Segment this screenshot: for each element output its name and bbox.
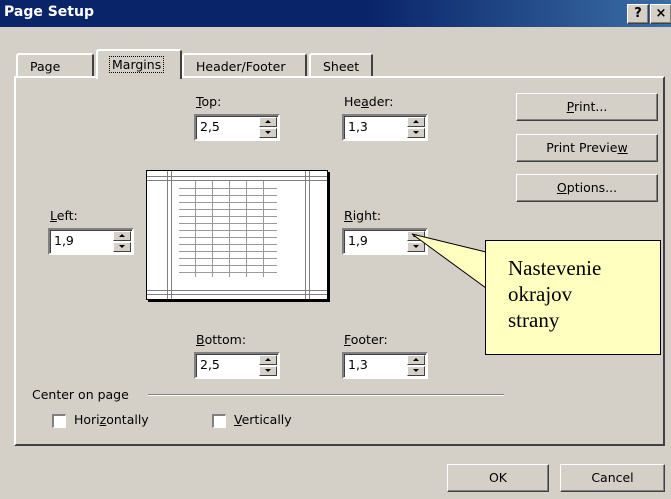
close-button[interactable]: × xyxy=(650,4,671,24)
callout-box: Nastevenie okrajov strany xyxy=(485,240,661,355)
top-margin-spinner[interactable]: 2,5 xyxy=(194,114,280,141)
page-setup-dialog: Page Setup ? × Page Margins Header/Foote… xyxy=(0,0,671,499)
footer-label: Footer: xyxy=(344,332,388,347)
help-button[interactable]: ? xyxy=(627,4,649,24)
group-divider xyxy=(148,394,504,396)
left-margin-value[interactable]: 1,9 xyxy=(54,233,74,248)
right-margin-spinner[interactable]: 1,9 xyxy=(342,228,428,255)
bottom-margin-value[interactable]: 2,5 xyxy=(200,357,220,372)
left-margin-spinner[interactable]: 1,9 xyxy=(48,228,134,255)
title-bar[interactable]: Page Setup ? × xyxy=(0,0,671,27)
dialog-title: Page Setup xyxy=(4,4,94,20)
cancel-button[interactable]: Cancel xyxy=(560,464,665,492)
spin-down-icon[interactable] xyxy=(407,242,425,252)
callout-line-2: okrajov xyxy=(508,282,573,306)
tab-header-footer-label: Header/Footer xyxy=(196,59,286,74)
header-margin-spinner[interactable]: 1,3 xyxy=(342,114,428,141)
ok-button[interactable]: OK xyxy=(447,464,549,492)
vertically-label[interactable]: Vertically xyxy=(234,412,292,427)
horizontally-checkbox[interactable] xyxy=(52,414,66,428)
tab-page-label: Page xyxy=(30,59,61,74)
spin-up-icon[interactable] xyxy=(407,231,425,241)
callout-line-3: strany xyxy=(508,308,560,332)
vertically-checkbox[interactable] xyxy=(212,414,226,428)
spin-down-icon[interactable] xyxy=(259,366,277,376)
spin-down-icon[interactable] xyxy=(259,128,277,138)
options-button[interactable]: Options... xyxy=(516,174,658,202)
spin-up-icon[interactable] xyxy=(407,355,425,365)
tab-margins-label: Margins xyxy=(108,56,165,73)
callout-line-1: Nastevenie xyxy=(508,256,602,280)
spin-up-icon[interactable] xyxy=(407,117,425,127)
spin-down-icon[interactable] xyxy=(407,128,425,138)
tab-sheet[interactable]: Sheet xyxy=(309,53,373,77)
top-label: Top: xyxy=(196,94,222,109)
footer-margin-spinner[interactable]: 1,3 xyxy=(342,352,428,379)
print-button[interactable]: Print... xyxy=(516,93,658,121)
right-margin-value[interactable]: 1,9 xyxy=(348,233,368,248)
footer-margin-value[interactable]: 1,3 xyxy=(348,357,368,372)
header-margin-value[interactable]: 1,3 xyxy=(348,119,368,134)
print-preview-button[interactable]: Print Preview xyxy=(516,134,658,162)
bottom-margin-spinner[interactable]: 2,5 xyxy=(194,352,280,379)
header-label: Header: xyxy=(344,94,394,109)
tab-margins[interactable]: Margins xyxy=(96,49,182,79)
spin-down-icon[interactable] xyxy=(407,366,425,376)
bottom-label: Bottom: xyxy=(196,332,247,347)
close-icon: × xyxy=(655,6,667,21)
center-on-page-legend: Center on page xyxy=(32,387,129,402)
horizontally-label[interactable]: Horizontally xyxy=(74,412,149,427)
tab-page[interactable]: Page xyxy=(16,53,94,77)
help-icon: ? xyxy=(634,6,642,21)
page-preview-graphic xyxy=(147,171,327,299)
right-label: Right: xyxy=(344,208,382,223)
spin-down-icon[interactable] xyxy=(113,242,131,252)
tab-sheet-label: Sheet xyxy=(323,59,360,74)
spin-up-icon[interactable] xyxy=(259,355,277,365)
page-preview xyxy=(146,170,328,300)
spin-up-icon[interactable] xyxy=(113,231,131,241)
tab-header-footer[interactable]: Header/Footer xyxy=(182,53,307,77)
spin-up-icon[interactable] xyxy=(259,117,277,127)
left-label: Left: xyxy=(50,208,78,223)
top-margin-value[interactable]: 2,5 xyxy=(200,119,220,134)
